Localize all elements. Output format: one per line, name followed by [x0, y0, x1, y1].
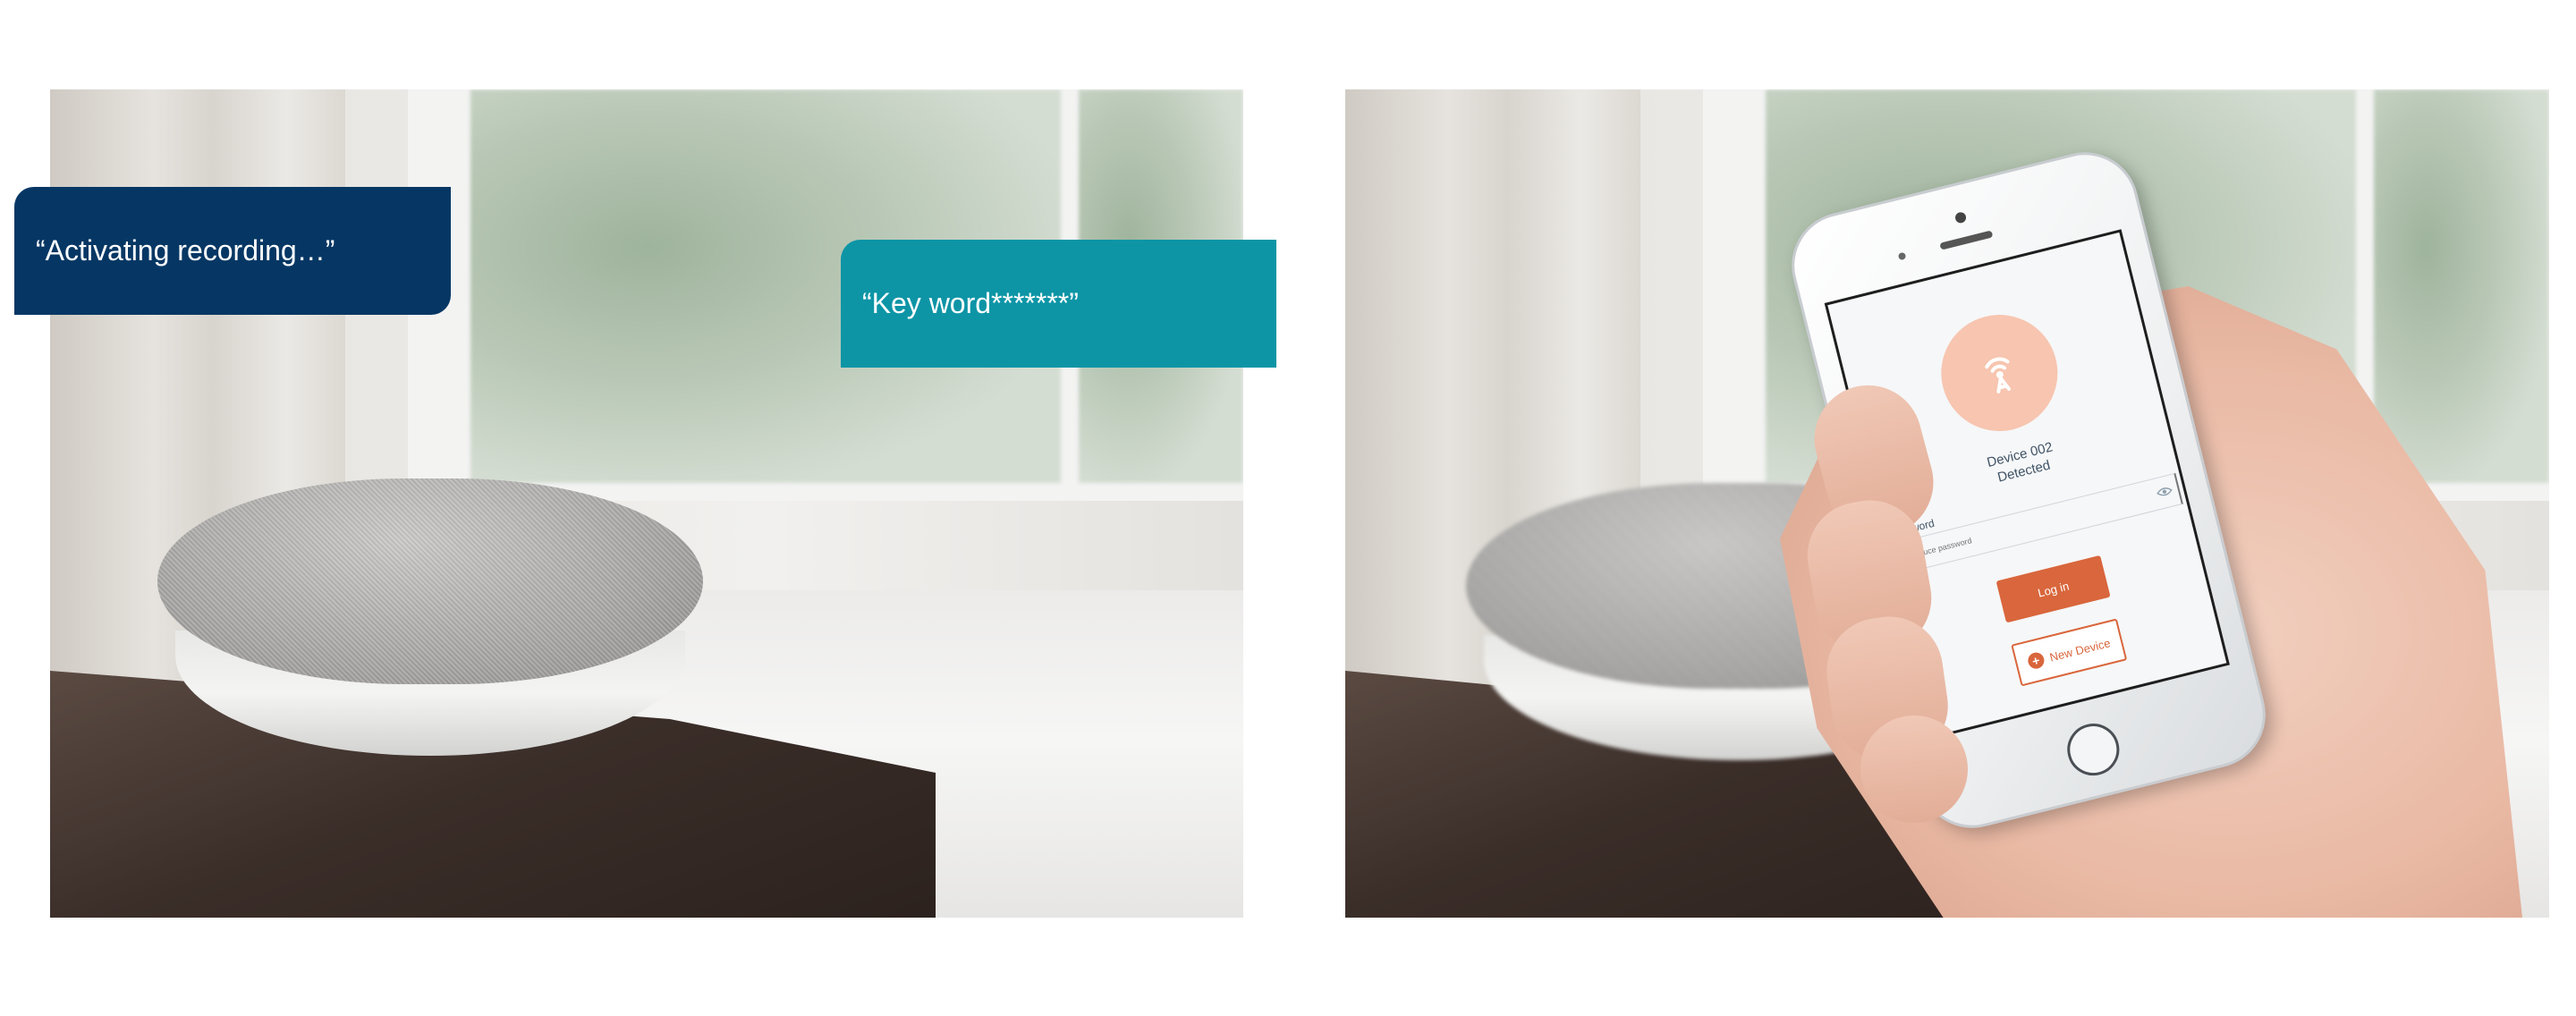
bubble-text: “Key word*******”: [862, 287, 1079, 319]
new-device-button[interactable]: + New Device: [2011, 618, 2128, 687]
speaker-fabric-top: [157, 478, 703, 684]
earpiece: [1939, 230, 1994, 250]
window-glass: [2374, 89, 2549, 483]
signal-antenna-icon: [1985, 357, 2012, 394]
home-button[interactable]: [2062, 717, 2125, 782]
front-camera: [1953, 211, 1968, 224]
smart-speaker: [157, 478, 703, 756]
speech-bubble-keyword: “Key word*******”: [841, 240, 1276, 368]
bubble-text: “Activating recording…”: [36, 234, 335, 267]
speech-bubble-activating: “Activating recording…”: [14, 187, 451, 315]
login-button[interactable]: Log in: [1996, 555, 2111, 623]
proximity-sensor: [1897, 251, 1907, 261]
new-device-label: New Device: [2047, 635, 2112, 665]
plus-icon: +: [2026, 650, 2046, 671]
device-status-circle: [1928, 302, 2071, 444]
